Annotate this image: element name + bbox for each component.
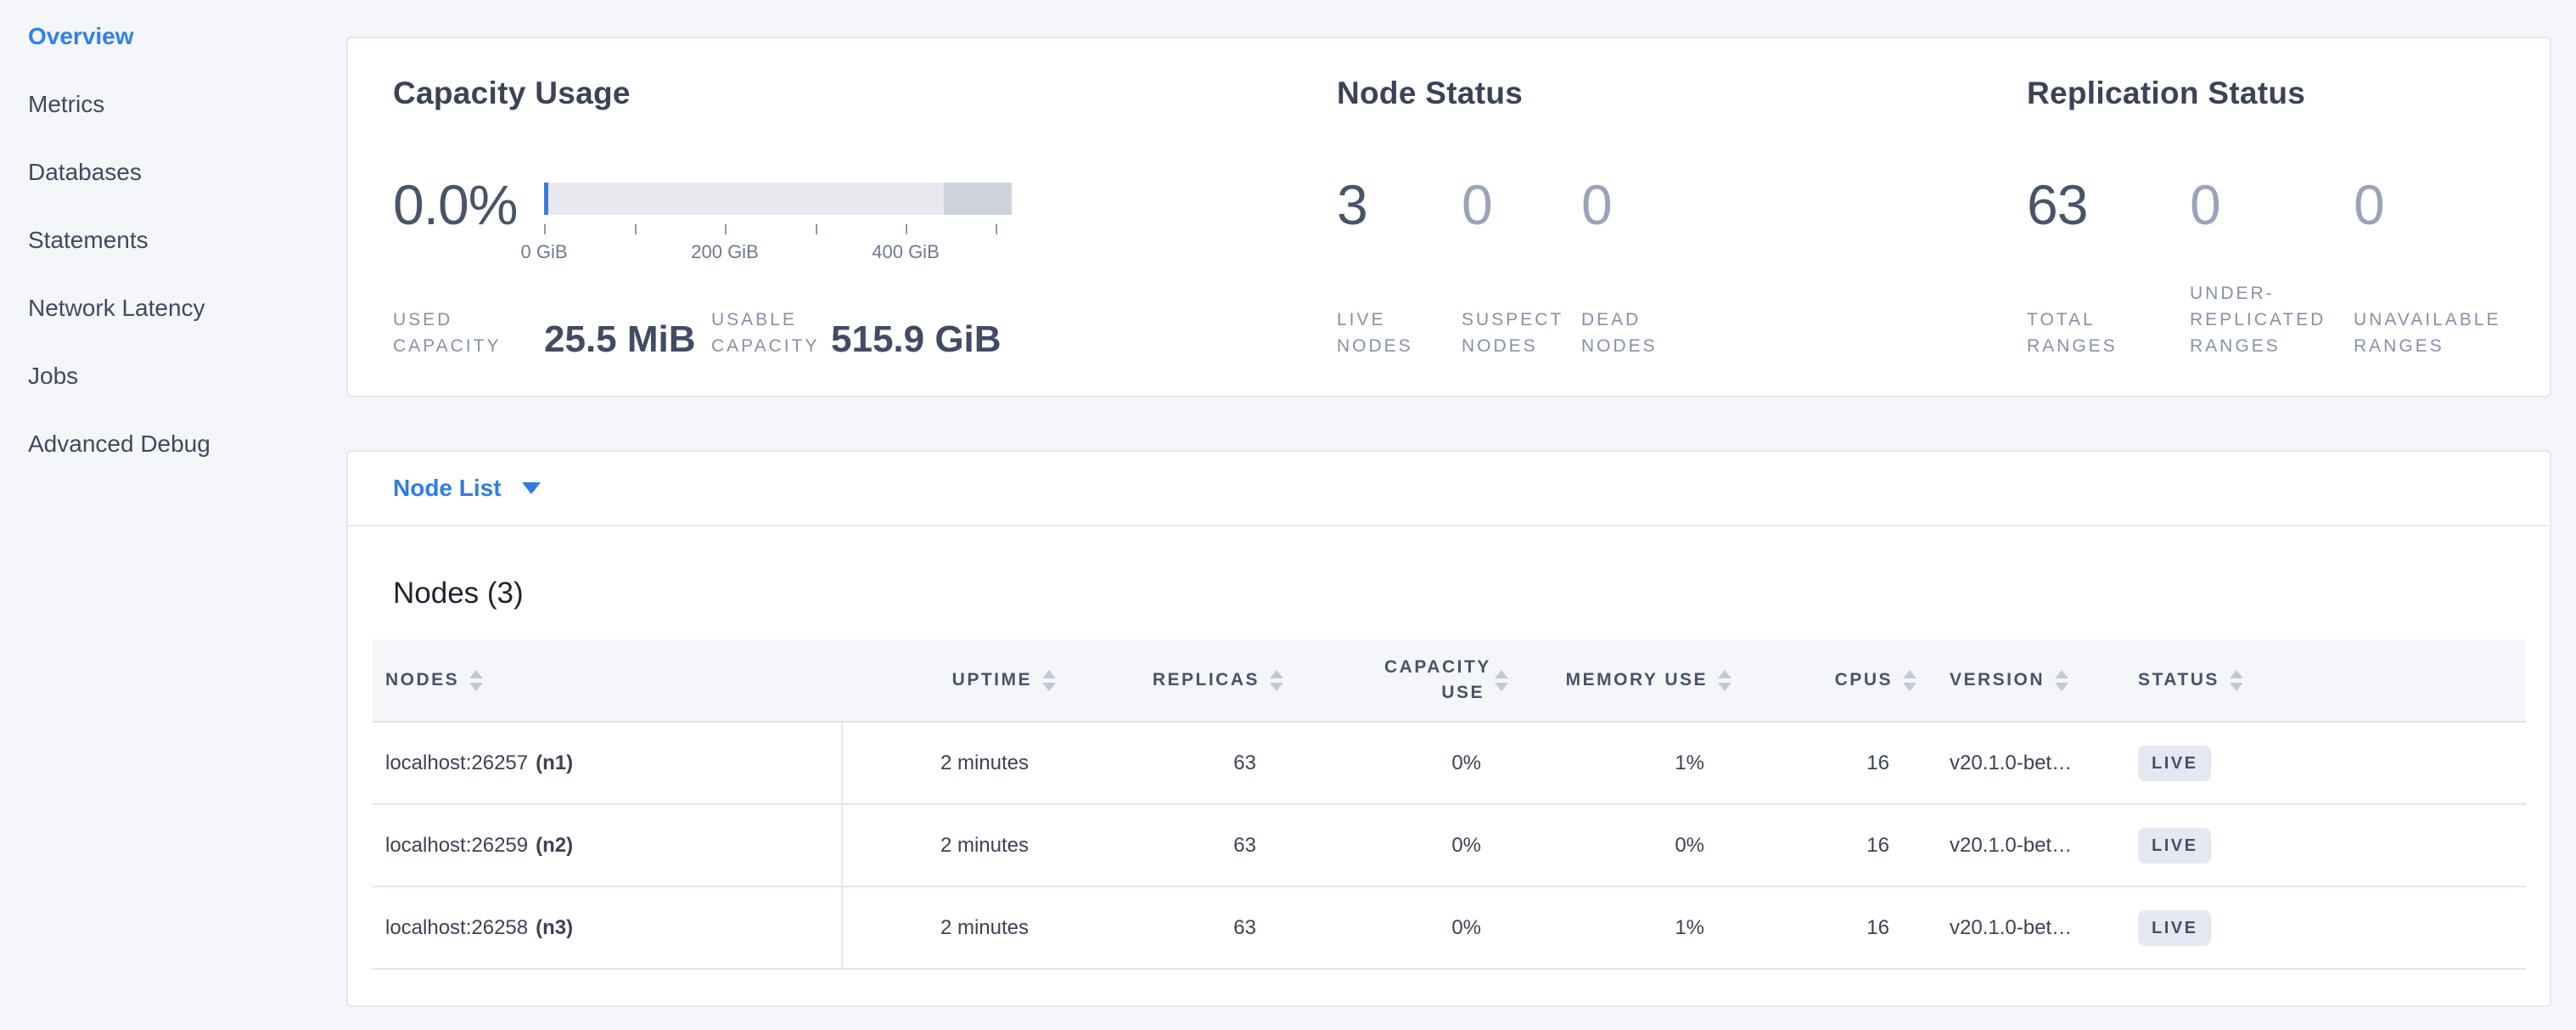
- version-cell: v20.1.0-bet…: [1917, 805, 2135, 886]
- under-replicated-ranges-value: 0: [2190, 172, 2220, 237]
- usable-capacity-label: USABLE CAPACITY: [711, 307, 819, 359]
- capacity-axis-labels: 0 GiB 200 GiB 400 GiB: [544, 241, 1012, 267]
- cluster-summary-card: Capacity Usage 0.0% 0 GiB 200 GiB 400 Gi…: [346, 37, 2551, 397]
- status-badge: LIVE: [2138, 828, 2211, 864]
- axis-label-400gib: 400 GiB: [872, 241, 940, 263]
- uptime-cell: 2 minutes: [843, 887, 1056, 968]
- table-row: localhost:26259(n2) 2 minutes 63 0% 0% 1…: [373, 805, 2526, 887]
- sort-icon: [1718, 670, 1731, 691]
- unavailable-ranges-value: 0: [2354, 172, 2384, 237]
- axis-label-0gib: 0 GiB: [520, 241, 567, 263]
- sort-icon: [2055, 670, 2068, 691]
- suspect-nodes-label: SUSPECT NODES: [1462, 307, 1563, 359]
- nodes-heading: Nodes (3): [393, 577, 524, 611]
- column-header-uptime[interactable]: UPTIME: [843, 639, 1056, 721]
- sort-icon: [1495, 670, 1508, 691]
- node-address-cell[interactable]: localhost:26257(n1): [373, 723, 843, 803]
- capacity-usage-bar: [544, 183, 1012, 215]
- node-list-card: Node List Nodes (3) NODES UPTIME REPLICA…: [346, 450, 2551, 1007]
- sidebar-item-databases[interactable]: Databases: [28, 158, 346, 187]
- capacity-use-cell: 0%: [1283, 723, 1508, 803]
- live-nodes-value: 3: [1337, 172, 1367, 237]
- cpus-cell: 16: [1731, 723, 1917, 803]
- sidebar-item-metrics[interactable]: Metrics: [28, 90, 346, 119]
- replicas-cell: 63: [1056, 723, 1283, 803]
- sidebar-item-overview[interactable]: Overview: [28, 22, 346, 51]
- column-header-capacity-use[interactable]: CAPACITY USE: [1283, 639, 1508, 721]
- column-header-nodes[interactable]: NODES: [373, 639, 843, 721]
- sort-icon: [1270, 670, 1283, 691]
- sidebar-item-jobs[interactable]: Jobs: [28, 362, 346, 391]
- replication-status-title: Replication Status: [2027, 76, 2305, 111]
- capacity-used-percent: 0.0%: [393, 172, 517, 237]
- suspect-nodes-value: 0: [1462, 172, 1492, 237]
- sort-icon: [1903, 670, 1917, 691]
- status-badge: LIVE: [2138, 910, 2211, 946]
- column-header-memory-use[interactable]: MEMORY USE: [1508, 639, 1731, 721]
- node-address-cell[interactable]: localhost:26259(n2): [373, 805, 843, 886]
- under-replicated-ranges-label: UNDER- REPLICATED RANGES: [2190, 280, 2326, 359]
- capacity-bar-overflow-segment: [944, 183, 1012, 215]
- uptime-cell: 2 minutes: [843, 805, 1056, 886]
- sidebar: Overview Metrics Databases Statements Ne…: [0, 0, 346, 1030]
- table-row: localhost:26257(n1) 2 minutes 63 0% 1% 1…: [373, 723, 2526, 805]
- uptime-cell: 2 minutes: [843, 723, 1056, 803]
- nodes-table: NODES UPTIME REPLICAS CAPACITY USE MEMOR…: [373, 639, 2526, 970]
- status-cell: LIVE: [2135, 723, 2526, 803]
- nodes-table-header: NODES UPTIME REPLICAS CAPACITY USE MEMOR…: [373, 639, 2526, 723]
- node-list-dropdown-label: Node List: [393, 475, 502, 502]
- replicas-cell: 63: [1056, 805, 1283, 886]
- used-capacity-label: USED CAPACITY: [393, 307, 501, 359]
- sort-icon: [1042, 670, 1056, 691]
- node-list-card-header: Node List: [348, 452, 2550, 526]
- replicas-cell: 63: [1056, 887, 1283, 968]
- cpus-cell: 16: [1731, 805, 1917, 886]
- capacity-use-cell: 0%: [1283, 887, 1508, 968]
- dead-nodes-value: 0: [1581, 172, 1612, 237]
- usable-capacity-value: 515.9 GiB: [831, 318, 1002, 361]
- dead-nodes-label: DEAD NODES: [1581, 307, 1658, 359]
- column-header-replicas[interactable]: REPLICAS: [1056, 639, 1283, 721]
- status-badge: LIVE: [2138, 746, 2211, 781]
- version-cell: v20.1.0-bet…: [1917, 723, 2135, 803]
- memory-use-cell: 1%: [1508, 723, 1731, 803]
- capacity-axis-ticks: [544, 224, 1012, 234]
- node-status-title: Node Status: [1337, 76, 1523, 111]
- sidebar-item-advanced-debug[interactable]: Advanced Debug: [28, 430, 346, 459]
- memory-use-cell: 0%: [1508, 805, 1731, 886]
- sort-icon: [469, 670, 483, 691]
- cpus-cell: 16: [1731, 887, 1917, 968]
- column-header-version[interactable]: VERSION: [1917, 639, 2135, 721]
- sidebar-item-statements[interactable]: Statements: [28, 226, 346, 255]
- axis-label-200gib: 200 GiB: [691, 241, 759, 263]
- total-ranges-value: 63: [2027, 172, 2087, 237]
- column-header-cpus[interactable]: CPUS: [1731, 639, 1917, 721]
- version-cell: v20.1.0-bet…: [1917, 887, 2135, 968]
- node-list-dropdown[interactable]: Node List: [393, 475, 541, 502]
- unavailable-ranges-label: UNAVAILABLE RANGES: [2354, 307, 2500, 359]
- capacity-bar-used-segment: [544, 183, 548, 215]
- live-nodes-label: LIVE NODES: [1337, 307, 1413, 359]
- sort-icon: [2230, 670, 2243, 691]
- status-cell: LIVE: [2135, 805, 2526, 886]
- table-row: localhost:26258(n3) 2 minutes 63 0% 1% 1…: [373, 887, 2526, 970]
- total-ranges-label: TOTAL RANGES: [2027, 307, 2118, 359]
- capacity-usage-title: Capacity Usage: [393, 76, 631, 111]
- sidebar-item-network-latency[interactable]: Network Latency: [28, 294, 346, 323]
- used-capacity-value: 25.5 MiB: [544, 318, 696, 361]
- column-header-status[interactable]: STATUS: [2135, 639, 2526, 721]
- status-cell: LIVE: [2135, 887, 2526, 968]
- capacity-use-cell: 0%: [1283, 805, 1508, 886]
- memory-use-cell: 1%: [1508, 887, 1731, 968]
- caret-down-icon: [522, 482, 541, 494]
- node-address-cell[interactable]: localhost:26258(n3): [373, 887, 843, 968]
